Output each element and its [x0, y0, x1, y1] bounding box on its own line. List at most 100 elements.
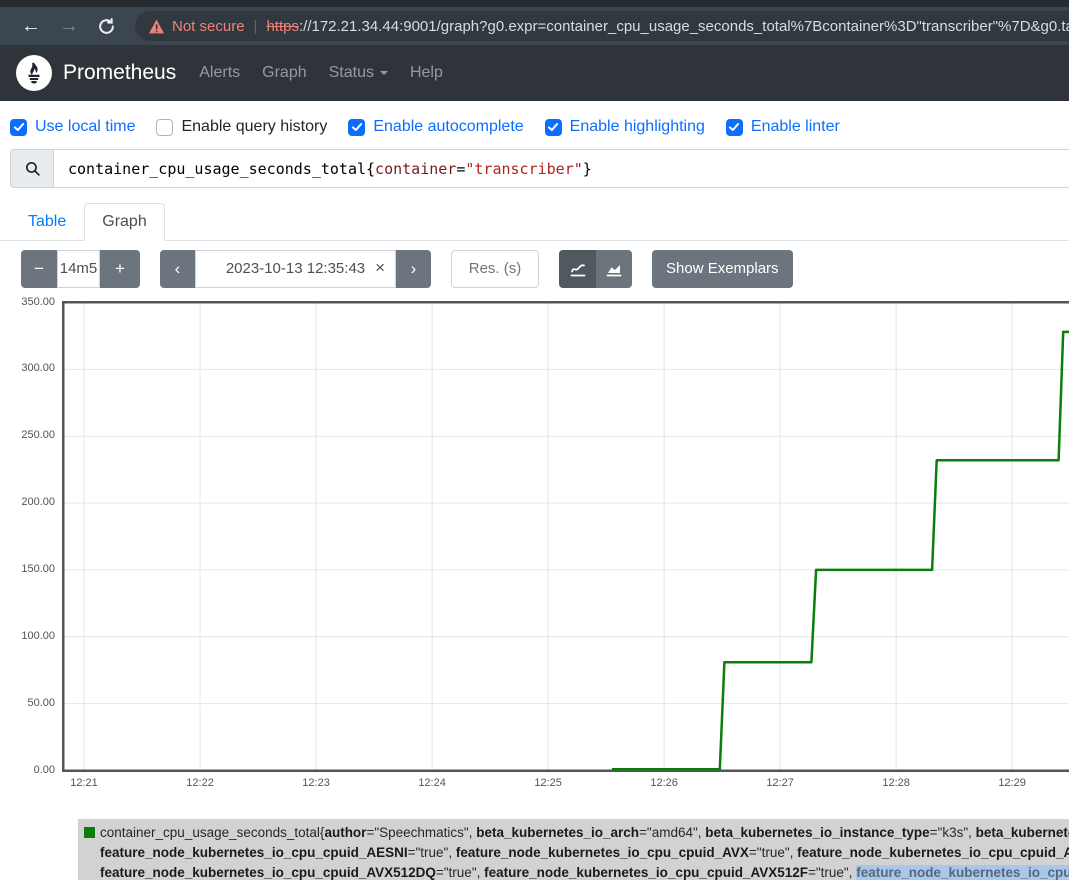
- cpu-usage-chart[interactable]: 0.0050.00100.00150.00200.00250.00300.003…: [0, 293, 1069, 797]
- option-label: Enable highlighting: [570, 118, 705, 136]
- time-forward-button[interactable]: ›: [396, 250, 431, 288]
- checkbox-checked[interactable]: [10, 119, 27, 136]
- query-token: =: [456, 160, 465, 178]
- check-icon: [351, 121, 363, 133]
- options-row: Use local time Enable query history Enable…: [0, 101, 1069, 136]
- legend-label-value: container_cpu_usage_seconds_total{: [100, 825, 324, 840]
- query-token: "transcriber": [465, 160, 582, 178]
- clear-time-icon[interactable]: ×: [375, 258, 385, 278]
- legend-label-value: ="k3s",: [930, 825, 976, 840]
- checkbox-unchecked[interactable]: [156, 119, 173, 136]
- legend-label-name: feature_node_kubernetes_io_cpu_cpuid_AVX…: [797, 845, 1069, 860]
- url-divider: |: [254, 18, 258, 35]
- x-axis-tick-label: 12:23: [281, 777, 351, 789]
- option-label: Enable linter: [751, 118, 840, 136]
- checkbox-checked[interactable]: [545, 119, 562, 136]
- legend-item-line[interactable]: feature_node_kubernetes_io_cpu_cpuid_AVX…: [84, 863, 1069, 880]
- option-enable-query-history[interactable]: Enable query history: [156, 118, 327, 136]
- legend-label-value: ="true",: [436, 865, 484, 880]
- option-enable-highlighting[interactable]: Enable highlighting: [545, 118, 705, 136]
- x-axis-tick-label: 12:24: [397, 777, 467, 789]
- legend-label-value: ="Speechmatics",: [366, 825, 476, 840]
- y-axis-tick-label: 50.00: [0, 697, 55, 709]
- stacked-chart-icon[interactable]: [596, 250, 632, 288]
- y-axis-tick-label: 150.00: [0, 563, 55, 575]
- query-token: }: [583, 160, 592, 178]
- graph-controls: − 14m5 + ‹ 2023-10-13 12:35:43 × › Res. (…: [0, 241, 1069, 288]
- y-axis-tick-label: 250.00: [0, 429, 55, 441]
- browser-chrome: ← → Not secure | https://172.21.34.44:90…: [0, 0, 1069, 45]
- query-row: container_cpu_usage_seconds_total{contai…: [10, 149, 1069, 188]
- range-group: − 14m5 +: [21, 250, 140, 288]
- plot-area[interactable]: [62, 301, 1069, 772]
- line-chart-icon[interactable]: [559, 250, 596, 288]
- legend-item-line[interactable]: container_cpu_usage_seconds_total{author…: [84, 823, 1069, 843]
- resolution-input[interactable]: Res. (s): [451, 250, 539, 288]
- y-axis-tick-label: 300.00: [0, 362, 55, 374]
- series-swatch-icon: [84, 827, 95, 838]
- legend-label-name: author: [324, 825, 366, 840]
- prometheus-navbar: Prometheus AlertsGraphStatusHelp: [0, 45, 1069, 101]
- range-input[interactable]: 14m5: [57, 250, 100, 288]
- query-token: container: [375, 160, 456, 178]
- check-icon: [13, 121, 25, 133]
- check-icon: [547, 121, 559, 133]
- option-enable-linter[interactable]: Enable linter: [726, 118, 840, 136]
- legend-label-name: feature_node_kubernetes_io_cpu_cpuid_AVX…: [484, 865, 808, 880]
- caret-down-icon: [380, 71, 388, 75]
- option-label: Use local time: [35, 118, 135, 136]
- time-back-button[interactable]: ‹: [160, 250, 195, 288]
- range-increase-button[interactable]: +: [100, 250, 140, 288]
- x-axis-tick-label: 12:25: [513, 777, 583, 789]
- x-axis-tick-label: 12:27: [745, 777, 815, 789]
- nav-item-help[interactable]: Help: [399, 64, 454, 82]
- y-axis-tick-label: 200.00: [0, 496, 55, 508]
- tab-table[interactable]: Table: [10, 203, 84, 241]
- back-icon[interactable]: ←: [12, 16, 50, 36]
- legend-item-line[interactable]: feature_node_kubernetes_io_cpu_cpuid_AES…: [84, 843, 1069, 863]
- chart-legend: container_cpu_usage_seconds_total{author…: [78, 819, 1069, 880]
- x-axis-tick-label: 12:22: [165, 777, 235, 789]
- y-axis-tick-label: 350.00: [0, 296, 55, 308]
- checkbox-checked[interactable]: [726, 119, 743, 136]
- query-token: container_cpu_usage_seconds_total{: [68, 160, 375, 178]
- url-bar[interactable]: Not secure | https://172.21.34.44:9001/g…: [135, 11, 1069, 41]
- legend-label-value: ="true",: [808, 865, 856, 880]
- legend-label-value: ="true",: [749, 845, 797, 860]
- not-secure-label: Not secure: [172, 18, 245, 35]
- option-label: Enable autocomplete: [373, 118, 523, 136]
- option-enable-autocomplete[interactable]: Enable autocomplete: [348, 118, 523, 136]
- nav-item-status[interactable]: Status: [318, 64, 399, 82]
- reload-icon[interactable]: [88, 17, 125, 36]
- chart-type-group: [559, 250, 632, 288]
- url-text: ://172.21.34.44:9001/graph?g0.expr=conta…: [299, 18, 1069, 35]
- nav-item-graph[interactable]: Graph: [251, 64, 317, 82]
- range-decrease-button[interactable]: −: [21, 250, 57, 288]
- legend-label-name: feature_node_kubernetes_io_cpu_cpuid_AVX…: [100, 865, 436, 880]
- legend-label-value: ="amd64",: [639, 825, 705, 840]
- legend-label-name: feature_node_kubernetes_io_cpu_cpuid_AVX: [456, 845, 749, 860]
- brand-title[interactable]: Prometheus: [63, 61, 176, 85]
- legend-label-name: beta_kubernetes_io_arch: [476, 825, 639, 840]
- legend-label-value: ="true",: [408, 845, 456, 860]
- checkbox-checked[interactable]: [348, 119, 365, 136]
- time-input[interactable]: 2023-10-13 12:35:43 ×: [195, 250, 396, 288]
- nav-item-alerts[interactable]: Alerts: [188, 64, 251, 82]
- query-expression-input[interactable]: container_cpu_usage_seconds_total{contai…: [53, 149, 1069, 188]
- legend-label-name: feature_node_kubernetes_io_cpu_cpuid_AES…: [100, 845, 408, 860]
- prometheus-torch-logo[interactable]: [16, 55, 52, 91]
- legend-label-name: feature_node_kubernetes_io_cpu_cpuid_AVX…: [856, 865, 1069, 880]
- tab-graph[interactable]: Graph: [84, 203, 164, 241]
- show-exemplars-button[interactable]: Show Exemplars: [652, 250, 793, 288]
- x-axis-tick-label: 12:29: [977, 777, 1047, 789]
- y-axis-tick-label: 100.00: [0, 630, 55, 642]
- x-axis-tick-label: 12:21: [49, 777, 119, 789]
- option-label: Enable query history: [181, 118, 327, 136]
- option-use-local-time[interactable]: Use local time: [10, 118, 135, 136]
- panel-tabs: TableGraph: [0, 203, 1069, 241]
- forward-icon[interactable]: →: [50, 16, 88, 36]
- browser-toolbar: ← → Not secure | https://172.21.34.44:90…: [0, 7, 1069, 45]
- x-axis-tick-label: 12:28: [861, 777, 931, 789]
- time-value: 2023-10-13 12:35:43: [226, 260, 365, 277]
- warning-triangle-icon: [148, 19, 165, 34]
